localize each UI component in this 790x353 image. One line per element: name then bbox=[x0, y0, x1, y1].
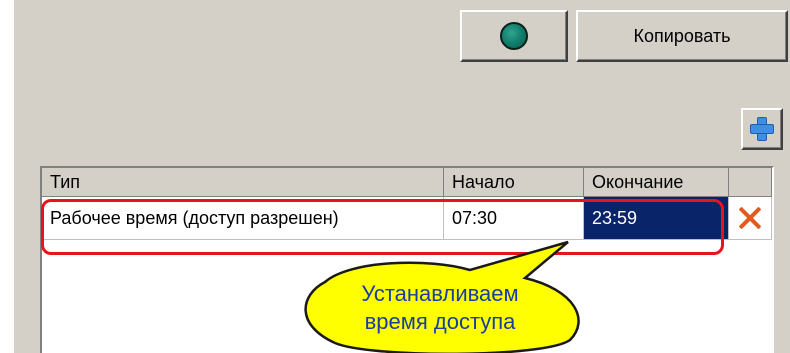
delete-row-button[interactable] bbox=[729, 197, 772, 240]
copy-button[interactable]: Копировать bbox=[576, 10, 788, 62]
delete-x-icon bbox=[738, 206, 762, 230]
cell-type[interactable]: Рабочее время (доступ разрешен) bbox=[42, 197, 444, 240]
column-header-start[interactable]: Начало bbox=[444, 168, 584, 197]
callout-line-2: время доступа bbox=[364, 309, 516, 334]
column-header-type[interactable]: Тип bbox=[42, 168, 444, 197]
column-header-end[interactable]: Окончание bbox=[584, 168, 729, 197]
callout-text: Устанавливаем время доступа bbox=[310, 280, 570, 336]
column-header-actions bbox=[729, 168, 772, 197]
add-row-button[interactable] bbox=[741, 108, 783, 150]
plus-icon bbox=[749, 116, 775, 142]
cell-start-time[interactable]: 07:30 bbox=[444, 197, 584, 240]
status-indicator-button[interactable] bbox=[460, 10, 568, 62]
cell-end-time[interactable]: 23:59 bbox=[584, 197, 729, 240]
status-indicator-icon bbox=[500, 22, 528, 50]
callout-line-1: Устанавливаем bbox=[361, 281, 519, 306]
table-row[interactable]: Рабочее время (доступ разрешен) 07:30 23… bbox=[42, 197, 772, 240]
